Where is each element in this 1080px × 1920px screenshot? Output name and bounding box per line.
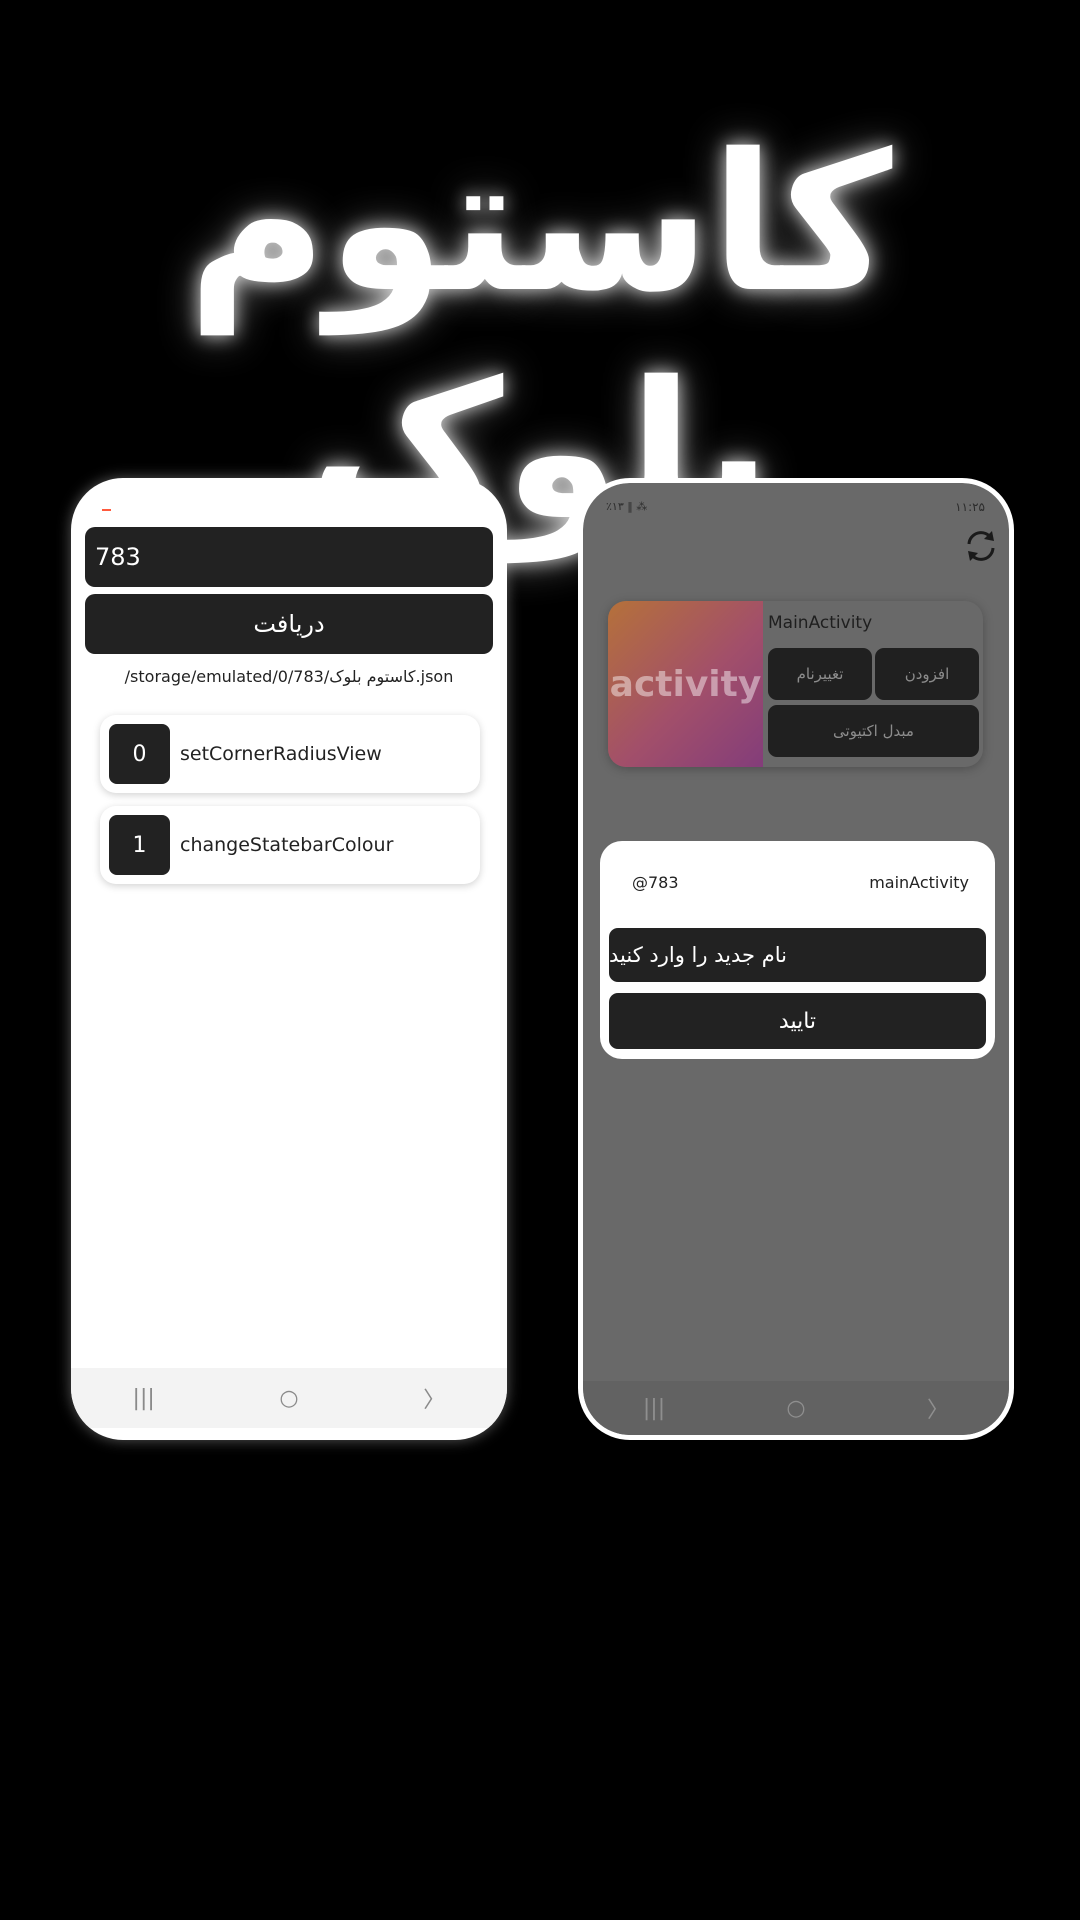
home-icon[interactable]: ○: [766, 1396, 826, 1421]
recents-icon[interactable]: |||: [624, 1396, 684, 1421]
recents-icon[interactable]: |||: [114, 1386, 174, 1411]
activity-card: activity MainActivity تغییرنام افزودن مب…: [608, 601, 983, 767]
refresh-icon[interactable]: [963, 528, 999, 564]
status-bar-time: ۱۱:۲۵: [955, 500, 985, 514]
receive-button[interactable]: دریافت: [85, 594, 493, 654]
activity-title: MainActivity: [768, 613, 873, 633]
dialog-handle: @783: [632, 873, 679, 892]
activity-image: activity: [608, 601, 763, 767]
right-phone: ٪۱۳ ‖ ⁂ ۱۱:۲۵ activity MainActivity تغیی…: [578, 478, 1014, 1440]
block-name: setCornerRadiusView: [180, 743, 382, 765]
navigation-bar: ||| ○ 〉: [71, 1368, 507, 1428]
file-path-text: /storage/emulated/0/783/کاستوم بلوک.json: [124, 667, 454, 686]
dialog-activity-name: mainActivity: [869, 873, 969, 892]
left-phone-screen: 783 دریافت /storage/emulated/0/783/کاستو…: [71, 478, 507, 1440]
activity-converter-button[interactable]: مبدل اکتیوتی: [768, 705, 979, 757]
rename-button[interactable]: تغییرنام: [768, 648, 872, 700]
activity-image-text: activity: [609, 663, 762, 705]
id-input[interactable]: 783: [85, 527, 493, 587]
back-icon[interactable]: 〉: [404, 1382, 464, 1414]
navigation-bar: ||| ○ 〉: [583, 1381, 1009, 1435]
block-list-item[interactable]: 1 changeStatebarColour: [100, 806, 480, 884]
rename-dialog: @783 mainActivity نام جدید را وارد کنید …: [600, 841, 995, 1059]
new-name-input[interactable]: نام جدید را وارد کنید: [609, 928, 986, 982]
block-list-item[interactable]: 0 setCornerRadiusView: [100, 715, 480, 793]
block-index: 0: [109, 724, 170, 784]
back-icon[interactable]: 〉: [908, 1392, 968, 1424]
status-indicator: [102, 509, 111, 511]
block-name: changeStatebarColour: [180, 834, 394, 856]
right-phone-screen: ٪۱۳ ‖ ⁂ ۱۱:۲۵ activity MainActivity تغیی…: [583, 483, 1009, 1435]
block-index: 1: [109, 815, 170, 875]
confirm-button[interactable]: تایید: [609, 993, 986, 1049]
home-icon[interactable]: ○: [259, 1386, 319, 1411]
status-bar-left: ٪۱۳ ‖ ⁂: [606, 500, 648, 513]
add-button[interactable]: افزودن: [875, 648, 979, 700]
